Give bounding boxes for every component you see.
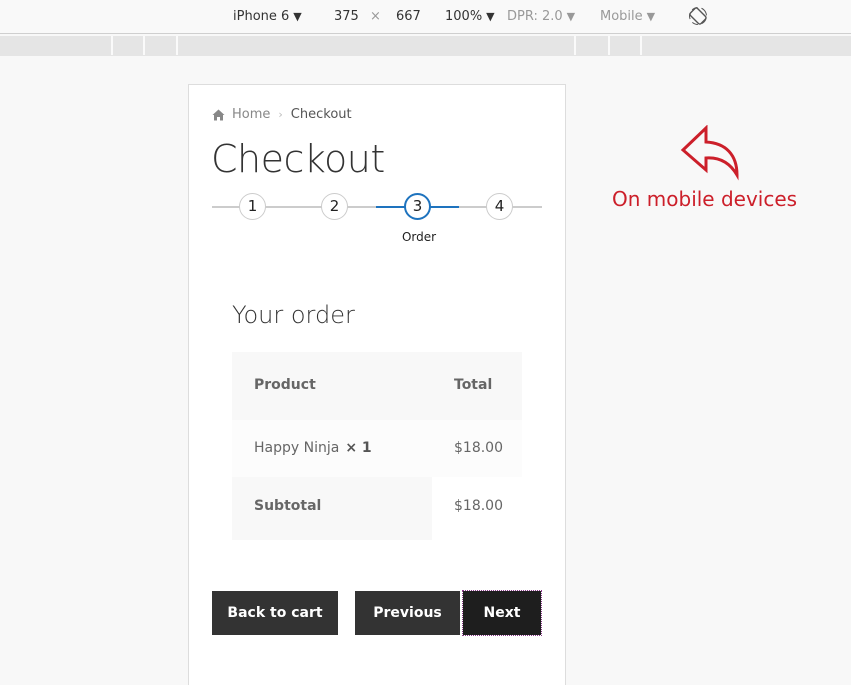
step-1[interactable]: 1 — [239, 193, 266, 220]
next-button[interactable]: Next — [462, 590, 542, 636]
subtotal-value: $18.00 — [454, 498, 503, 514]
breadcrumb-home-link[interactable]: Home — [232, 107, 270, 122]
caret-down-icon: ▼ — [486, 10, 495, 23]
table-header: Product Total — [232, 352, 522, 420]
mode-select[interactable]: Mobile ▼ — [600, 9, 655, 24]
home-icon — [212, 109, 225, 120]
dpr-value: DPR: 2.0 — [507, 9, 563, 24]
zoom-value: 100% — [445, 9, 483, 24]
step-4[interactable]: 4 — [486, 193, 513, 220]
breadcrumb-separator: › — [278, 108, 283, 121]
mobile-viewport: Home › Checkout Checkout 1 2 3 4 Order Y… — [188, 84, 566, 685]
zoom-select[interactable]: 100% ▼ — [445, 9, 495, 24]
step-3-active[interactable]: 3 — [404, 193, 431, 220]
caret-down-icon: ▼ — [293, 10, 302, 23]
mode-value: Mobile — [600, 9, 643, 24]
height-input[interactable]: 667 — [396, 9, 421, 24]
dimension-separator: × — [370, 9, 381, 24]
reply-arrow-icon — [680, 125, 739, 181]
product-total: $18.00 — [454, 440, 503, 456]
step-2[interactable]: 2 — [321, 193, 348, 220]
ruler-divider[interactable] — [111, 36, 113, 55]
breadcrumb: Home › Checkout — [212, 107, 352, 122]
media-query-ruler — [0, 36, 851, 56]
breadcrumb-current: Checkout — [290, 107, 352, 122]
annotation-text: On mobile devices — [612, 187, 798, 211]
order-table: Product Total Happy Ninja × 1 $18.00 Subt… — [232, 352, 522, 540]
previous-button[interactable]: Previous — [355, 591, 460, 635]
product-quantity: × 1 — [345, 440, 372, 456]
device-name: iPhone 6 — [233, 9, 290, 24]
annotation: On mobile devices — [612, 125, 822, 211]
ruler-divider[interactable] — [608, 36, 610, 55]
ruler-divider[interactable] — [143, 36, 145, 55]
device-toolbar: iPhone 6 ▼ 375 × 667 100% ▼ DPR: 2.0 ▼ Mobi… — [0, 0, 851, 34]
checkout-steps: 1 2 3 4 — [212, 192, 542, 222]
product-name-text: Happy Ninja — [254, 440, 340, 456]
back-to-cart-button[interactable]: Back to cart — [212, 591, 338, 635]
width-input[interactable]: 375 — [334, 9, 359, 24]
ruler-divider[interactable] — [640, 36, 642, 55]
ruler-divider[interactable] — [176, 36, 178, 55]
active-step-label: Order — [401, 230, 437, 244]
column-header-total: Total — [454, 377, 493, 393]
ruler-divider[interactable] — [574, 36, 576, 55]
page-title: Checkout — [211, 137, 385, 181]
order-title: Your order — [232, 301, 355, 329]
product-name: Happy Ninja × 1 — [254, 440, 372, 456]
table-row: Happy Ninja × 1 $18.00 — [232, 420, 522, 477]
caret-down-icon: ▼ — [566, 10, 576, 23]
caret-down-icon: ▼ — [646, 10, 656, 23]
column-header-product: Product — [254, 377, 316, 393]
subtotal-row: Subtotal $18.00 — [232, 477, 522, 540]
rotate-icon[interactable] — [688, 6, 708, 26]
device-select[interactable]: iPhone 6 ▼ — [233, 9, 302, 24]
dpr-select[interactable]: DPR: 2.0 ▼ — [507, 9, 575, 24]
subtotal-label: Subtotal — [254, 498, 322, 514]
